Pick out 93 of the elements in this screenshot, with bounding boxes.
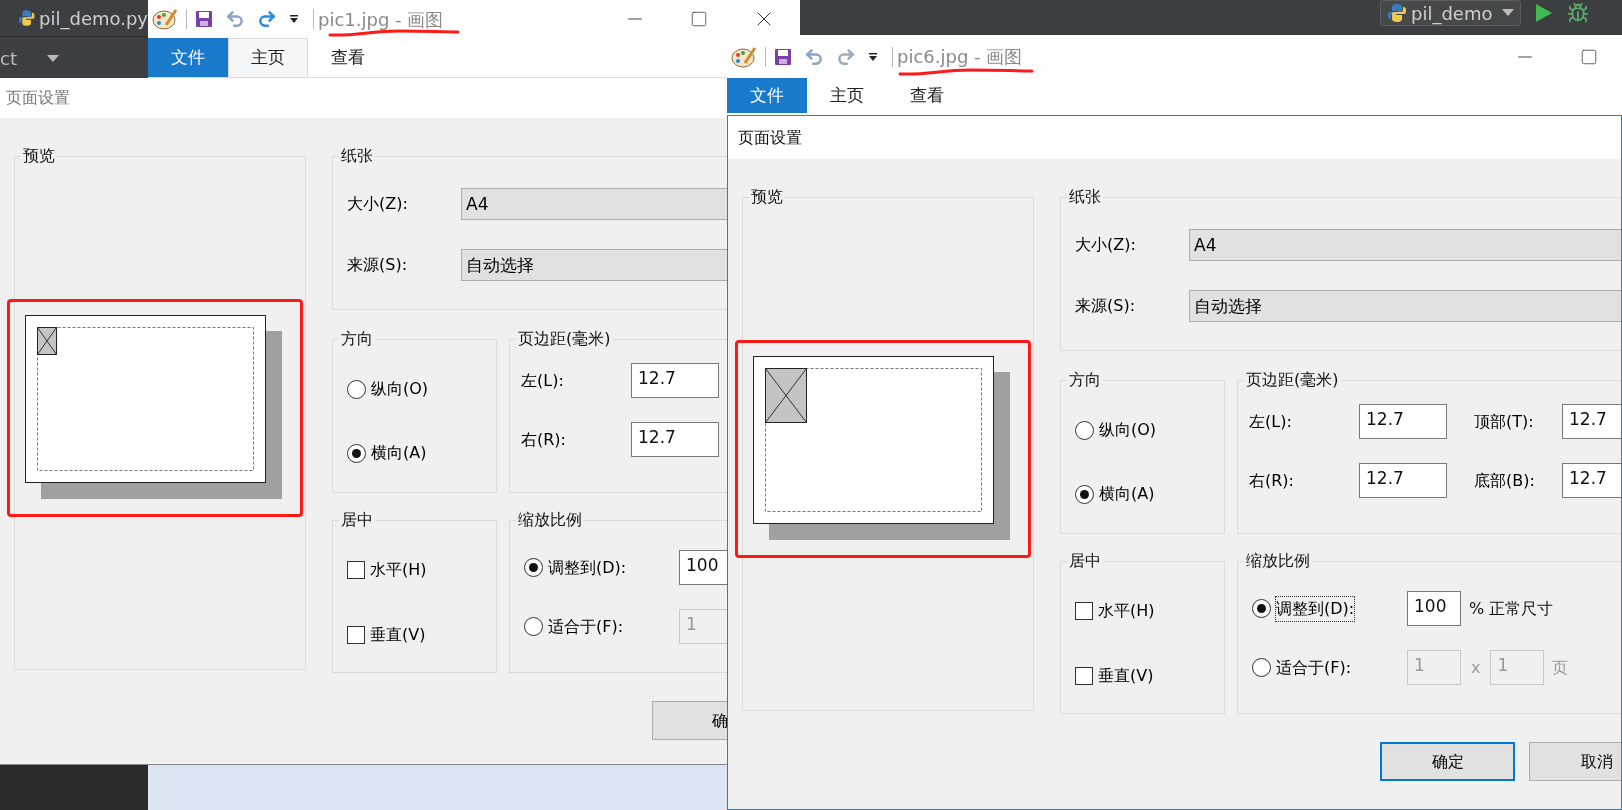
dialog-title: 页面设置 — [6, 87, 70, 109]
file-menu-tab[interactable]: 文件 — [148, 38, 228, 77]
radio-label: 纵向(O) — [371, 378, 429, 400]
panel-title: ct — [0, 47, 17, 71]
maximize-icon[interactable] — [690, 10, 708, 28]
field-label: 右(R): — [1249, 469, 1295, 492]
window-title: pic6.jpg - 画图 — [897, 45, 1023, 69]
group-label: 居中 — [1068, 551, 1102, 571]
dropdown-icon[interactable] — [289, 14, 299, 24]
radio-label: 调整到(D): — [1276, 596, 1355, 621]
undo-icon[interactable] — [225, 9, 245, 29]
ribbon-tab[interactable]: 主页 — [807, 78, 887, 113]
checkbox-label: 水平(H) — [370, 559, 427, 581]
save-icon[interactable] — [774, 47, 792, 66]
field-label: 左(L): — [521, 369, 565, 392]
field-label: 来源(S): — [1074, 295, 1137, 317]
field-label: 大小(Z): — [346, 193, 409, 215]
group-label: 预览 — [750, 187, 784, 207]
number-field[interactable]: 100 — [1407, 591, 1461, 626]
unit-label: % 正常尺寸 — [1469, 597, 1554, 620]
number-field[interactable]: 100 — [679, 550, 727, 585]
checkbox-label: 垂直(V) — [1098, 665, 1154, 687]
checkbox[interactable] — [347, 626, 365, 644]
radio-label: 调整到(D): — [548, 556, 627, 579]
group-label: 缩放比例 — [1245, 551, 1311, 571]
group-label: 纸张 — [1068, 187, 1102, 207]
number-field[interactable]: 12.7 — [1562, 463, 1621, 498]
radio-button[interactable] — [347, 379, 366, 399]
group-label: 方向 — [1068, 370, 1102, 390]
ribbon-tab[interactable]: 查看 — [887, 78, 967, 113]
checkbox[interactable] — [1075, 602, 1093, 620]
undo-icon[interactable] — [804, 46, 824, 67]
radio-label: 适合于(F): — [548, 615, 624, 638]
number-field[interactable]: 12.7 — [631, 363, 719, 398]
radio-button[interactable] — [1252, 658, 1271, 677]
radio-label: 适合于(F): — [1276, 656, 1352, 679]
checkbox-label: 垂直(V) — [370, 624, 426, 646]
field-label: 底部(B): — [1474, 469, 1536, 492]
maximize-icon[interactable] — [1580, 47, 1598, 66]
debug-icon[interactable] — [1567, 2, 1590, 24]
group-label: 预览 — [22, 146, 56, 166]
number-field[interactable]: 12.7 — [1562, 404, 1621, 439]
radio-button[interactable] — [347, 443, 366, 463]
radio-button[interactable] — [524, 617, 543, 636]
radio-button[interactable] — [1075, 420, 1094, 440]
caret-icon[interactable] — [46, 54, 59, 63]
unit-label: 页 — [1552, 656, 1569, 679]
field-label: 来源(S): — [346, 254, 409, 276]
select-field[interactable]: 自动选择 — [461, 249, 727, 281]
python-icon — [1387, 3, 1407, 23]
dialog-title: 页面设置 — [738, 126, 802, 149]
ribbon-tab[interactable]: 查看 — [308, 38, 388, 77]
redo-icon[interactable] — [257, 9, 277, 29]
radio-button[interactable] — [524, 558, 543, 577]
radio-label: 纵向(O) — [1099, 419, 1157, 441]
field-label: 顶部(T): — [1474, 410, 1535, 433]
dialog-button[interactable]: 取消 — [1529, 742, 1621, 781]
radio-label: 横向(A) — [371, 442, 427, 464]
group-label: 页边距(毫米) — [517, 329, 612, 349]
number-field[interactable]: 12.7 — [631, 422, 719, 457]
ribbon-tab[interactable]: 主页 — [228, 38, 308, 77]
field-label: 右(R): — [521, 428, 567, 451]
palette-icon[interactable] — [152, 7, 178, 31]
select-field[interactable]: A4 — [461, 188, 727, 220]
number-field[interactable]: 12.7 — [1359, 463, 1447, 498]
checkbox[interactable] — [1075, 667, 1093, 685]
checkbox-label: 水平(H) — [1098, 600, 1155, 622]
field-label: 大小(Z): — [1074, 234, 1137, 256]
checkbox[interactable] — [347, 561, 365, 579]
caret-icon[interactable] — [1502, 9, 1515, 17]
radio-button[interactable] — [1252, 599, 1271, 618]
separator-text: x — [1471, 656, 1481, 679]
select-field[interactable]: A4 — [1189, 229, 1621, 261]
group-label: 缩放比例 — [517, 510, 583, 530]
file-tab[interactable]: pil_demo.py — [39, 4, 148, 32]
select-field[interactable]: 自动选择 — [1189, 290, 1621, 322]
run-config-dropdown[interactable]: pil_demo — [1380, 0, 1522, 26]
python-icon — [17, 8, 36, 28]
dialog-button[interactable]: 确 — [652, 701, 727, 740]
run-icon[interactable] — [1535, 3, 1554, 23]
dialog-button[interactable]: 确定 — [1380, 742, 1515, 781]
radio-label: 横向(A) — [1099, 483, 1155, 505]
group-label: 页边距(毫米) — [1245, 370, 1340, 390]
group-label: 方向 — [340, 329, 374, 349]
file-menu-tab[interactable]: 文件 — [727, 78, 807, 113]
radio-button[interactable] — [1075, 484, 1094, 504]
group-label: 纸张 — [340, 146, 374, 166]
number-field[interactable]: 12.7 — [1359, 404, 1447, 439]
save-icon[interactable] — [195, 10, 213, 28]
dropdown-icon[interactable] — [868, 51, 878, 62]
window-title: pic1.jpg - 画图 — [318, 7, 444, 32]
field-label: 左(L): — [1249, 410, 1293, 433]
group-label: 居中 — [340, 510, 374, 530]
